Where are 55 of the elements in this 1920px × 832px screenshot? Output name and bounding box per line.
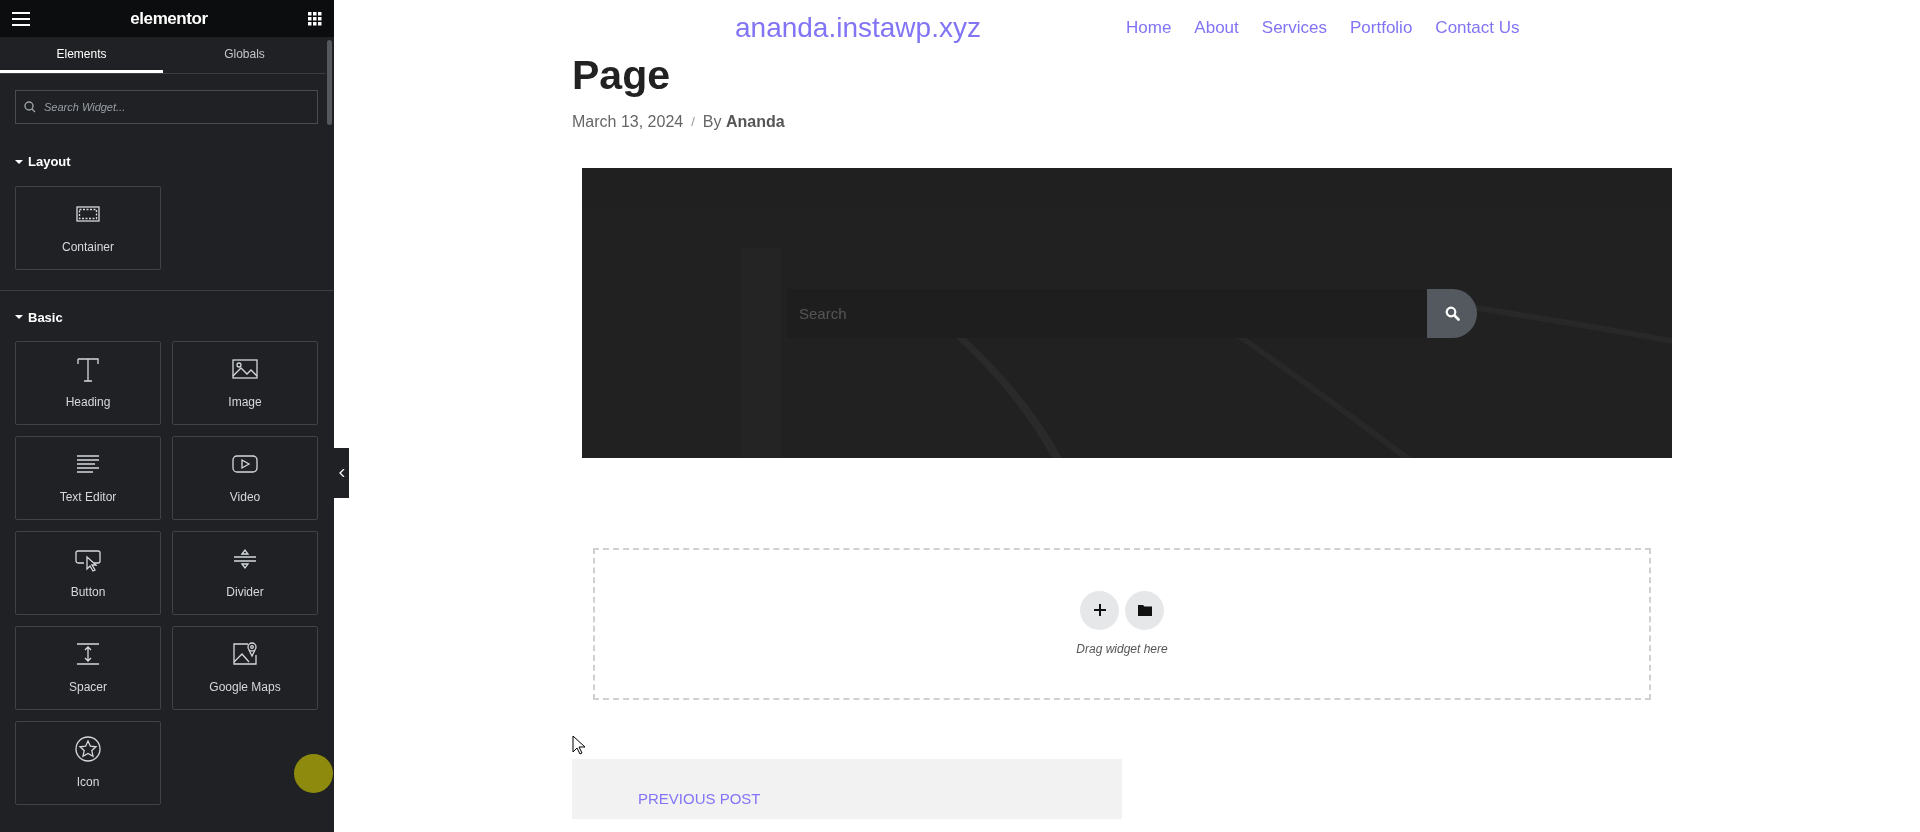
widget-card[interactable]: Google Maps	[172, 626, 318, 710]
add-template-button[interactable]	[1125, 590, 1164, 630]
meta-separator: /	[691, 113, 695, 132]
search-icon	[24, 101, 36, 113]
widget-search-field[interactable]: Search Widget...	[15, 90, 318, 124]
chevron-left-icon	[338, 469, 345, 477]
widget-label: Button	[70, 584, 106, 601]
widget-label: Icon	[76, 774, 100, 791]
widget-card[interactable]: Container	[15, 185, 161, 270]
post-date: March 13, 2024	[572, 112, 684, 132]
map-icon	[231, 640, 259, 668]
page-title: Page	[572, 55, 671, 96]
folder-icon	[1137, 604, 1152, 616]
category-title[interactable]: Layout	[28, 152, 71, 172]
search-icon	[1444, 305, 1460, 321]
widget-card[interactable]: Heading	[15, 341, 161, 425]
widget-drop-zone[interactable]: Drag widget here	[593, 548, 1651, 700]
widget-label: Heading	[65, 394, 111, 411]
caret-icon[interactable]	[15, 157, 23, 166]
panel-tab[interactable]: Elements	[0, 37, 163, 73]
caret-icon[interactable]	[15, 313, 23, 322]
widget-label: Text Editor	[59, 489, 117, 506]
widget-label: Image	[228, 394, 262, 411]
widget-card[interactable]: Video	[172, 436, 318, 520]
plus-icon	[1092, 603, 1107, 617]
widget-label: Spacer	[69, 679, 107, 696]
nav-link[interactable]: Home	[1126, 14, 1172, 41]
mouse-cursor-icon	[572, 735, 586, 755]
post-author: By Ananda	[702, 112, 785, 132]
apps-grid-icon[interactable]	[308, 11, 322, 26]
panel-tab[interactable]: Globals	[163, 37, 326, 73]
category-title[interactable]: Basic	[28, 307, 63, 327]
spacer-icon	[74, 640, 102, 668]
add-section-button[interactable]	[1080, 590, 1119, 630]
nav-link[interactable]: Portfolio	[1350, 14, 1413, 41]
widget-card[interactable]: Image	[172, 341, 318, 425]
drop-zone-hint: Drag widget here	[1076, 640, 1168, 658]
click-indicator	[294, 754, 333, 793]
widget-card[interactable]: Divider	[172, 531, 318, 615]
menu-icon[interactable]	[12, 11, 30, 26]
nav-link[interactable]: About	[1194, 14, 1239, 41]
widget-label: Google Maps	[209, 679, 281, 696]
widget-card[interactable]: Text Editor	[15, 436, 161, 520]
widget-label: Divider	[226, 584, 264, 601]
widget-card[interactable]: Icon	[15, 721, 161, 805]
widget-card[interactable]: Spacer	[15, 626, 161, 710]
widget-card[interactable]: Button	[15, 531, 161, 615]
widget-label: Container	[62, 238, 114, 256]
nav-link[interactable]: Services	[1261, 14, 1327, 41]
nav-link[interactable]: Contact Us	[1435, 14, 1520, 41]
brand-logo: elementor	[130, 7, 208, 30]
widget-label: Video	[229, 489, 261, 506]
collapse-panel-button[interactable]	[334, 448, 349, 498]
heading-icon	[74, 355, 102, 383]
site-title[interactable]: ananda.instawp.xyz	[735, 6, 1126, 49]
